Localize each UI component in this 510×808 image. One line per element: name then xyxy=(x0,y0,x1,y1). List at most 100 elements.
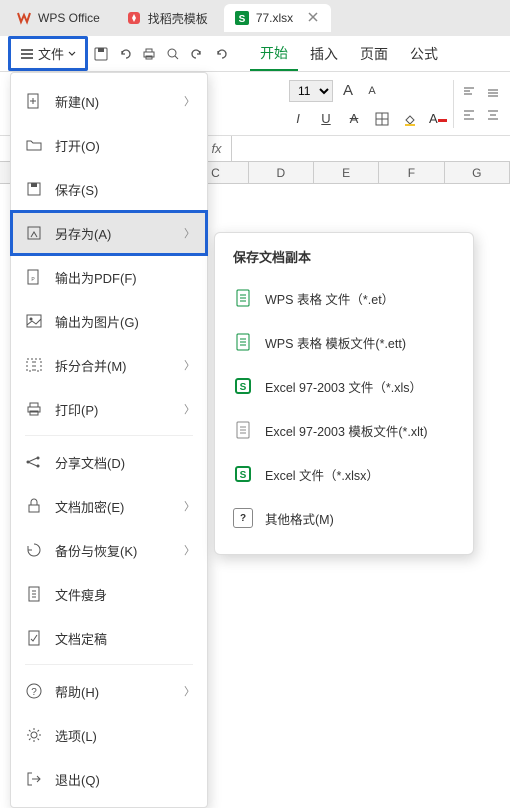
file-menu-item-image[interactable]: 输出为图片(G) xyxy=(11,299,207,343)
align-center-icon[interactable] xyxy=(484,106,502,124)
file-menu-label: 选项(L) xyxy=(55,726,97,745)
file-menu-label: 输出为图片(G) xyxy=(55,312,139,331)
image-icon xyxy=(25,312,43,330)
align-middle-icon[interactable] xyxy=(484,84,502,102)
saveas-item-label: Excel 97-2003 文件（*.xls） xyxy=(265,377,422,396)
chevron-right-icon: 〉 xyxy=(184,401,195,417)
svg-text:S: S xyxy=(240,470,247,481)
sheet-icon: S xyxy=(234,10,250,26)
file-menu-item-print[interactable]: 打印(P) 〉 xyxy=(11,387,207,431)
print-icon xyxy=(25,400,43,418)
menu-separator xyxy=(25,435,193,436)
strikethrough-icon[interactable]: A xyxy=(345,110,363,128)
file-menu-item-options[interactable]: 选项(L) xyxy=(11,713,207,757)
col-header[interactable]: F xyxy=(379,162,444,183)
chevron-right-icon: 〉 xyxy=(184,357,195,373)
save-icon[interactable] xyxy=(90,43,112,65)
file-menu-item-backup[interactable]: 备份与恢复(K) 〉 xyxy=(11,528,207,572)
col-header[interactable]: E xyxy=(314,162,379,183)
file-menu-item-exit[interactable]: 退出(Q) xyxy=(11,757,207,801)
tab-label: WPS Office xyxy=(38,11,100,25)
saveas-item[interactable]: S Excel 97-2003 文件（*.xls） xyxy=(215,364,473,408)
saveas-item-label: WPS 表格 模板文件(*.ett) xyxy=(265,333,406,352)
saveas-item[interactable]: Excel 97-2003 模板文件(*.xlt) xyxy=(215,408,473,452)
redo-icon[interactable] xyxy=(186,43,208,65)
saveas-item-label: WPS 表格 文件（*.et） xyxy=(265,289,394,308)
saveas-item[interactable]: WPS 表格 文件（*.et） xyxy=(215,276,473,320)
saveas-item[interactable]: ?其他格式(M) xyxy=(215,496,473,540)
new-icon xyxy=(25,92,43,110)
app-tabs-bar: WPS Office 找稻壳模板 S 77.xlsx xyxy=(0,0,510,36)
file-menu-label: 打印(P) xyxy=(55,400,98,419)
chevron-right-icon: 〉 xyxy=(184,225,195,241)
file-menu-label: 文档加密(E) xyxy=(55,497,124,516)
chevron-right-icon: 〉 xyxy=(184,542,195,558)
file-menu-label: 新建(N) xyxy=(55,92,99,111)
file-menu-item-lock[interactable]: 文档加密(E)〉 xyxy=(11,484,207,528)
file-button-label: 文件 xyxy=(38,44,64,63)
file-menu-item-split[interactable]: 拆分合并(M)〉 xyxy=(11,343,207,387)
underline-icon[interactable]: U xyxy=(317,110,335,128)
file-menu-item-pdf[interactable]: P 输出为PDF(F) xyxy=(11,255,207,299)
exit-icon xyxy=(25,770,43,788)
font-size-select[interactable]: 11 xyxy=(289,80,333,102)
final-icon xyxy=(25,629,43,647)
print-icon[interactable] xyxy=(138,43,160,65)
close-icon[interactable] xyxy=(307,11,321,25)
file-menu-item-saveas[interactable]: 另存为(A)〉 xyxy=(11,211,207,255)
saveas-item-label: Excel 文件（*.xlsx） xyxy=(265,465,379,484)
file-menu-label: 退出(Q) xyxy=(55,770,100,789)
menu-tab-page[interactable]: 页面 xyxy=(350,38,398,70)
menu-tab-start[interactable]: 开始 xyxy=(250,37,298,71)
file-menu-item-final[interactable]: 文档定稿 xyxy=(11,616,207,660)
col-header[interactable]: D xyxy=(249,162,314,183)
svg-text:S: S xyxy=(240,382,247,393)
menu-tab-formula[interactable]: 公式 xyxy=(400,38,448,70)
chevron-right-icon: 〉 xyxy=(184,683,195,699)
file-menu-item-new[interactable]: 新建(N)〉 xyxy=(11,79,207,123)
file-menu-label: 分享文档(D) xyxy=(55,453,125,472)
saveas-item[interactable]: WPS 表格 模板文件(*.ett) xyxy=(215,320,473,364)
file-menu-item-slim[interactable]: 文件瘦身 xyxy=(11,572,207,616)
preview-icon[interactable] xyxy=(162,43,184,65)
undo-icon[interactable] xyxy=(114,43,136,65)
menu-bar: 文件 开始 插入 页面 公式 xyxy=(0,36,510,72)
help-icon: ? xyxy=(25,682,43,700)
file-menu: 新建(N)〉打开(O)保存(S)另存为(A)〉P输出为PDF(F)输出为图片(G… xyxy=(10,72,208,808)
file-menu-label: 备份与恢复(K) xyxy=(55,541,137,560)
undo2-icon[interactable] xyxy=(210,43,232,65)
tab-wps-office[interactable]: WPS Office xyxy=(6,4,110,32)
share-icon xyxy=(25,453,43,471)
backup-icon xyxy=(25,541,43,559)
options-icon xyxy=(25,726,43,744)
sheet-file-icon: S xyxy=(233,464,253,484)
svg-text:S: S xyxy=(238,14,245,25)
font-grow-icon[interactable]: A xyxy=(339,82,357,100)
col-header[interactable]: G xyxy=(445,162,510,183)
align-top-icon[interactable] xyxy=(460,84,478,102)
file-menu-label: 输出为PDF(F) xyxy=(55,268,137,287)
file-menu-item-open[interactable]: 打开(O) xyxy=(11,123,207,167)
menu-separator xyxy=(25,664,193,665)
menu-tab-insert[interactable]: 插入 xyxy=(300,38,348,70)
italic-icon[interactable]: I xyxy=(289,110,307,128)
border-icon[interactable] xyxy=(373,110,391,128)
file-menu-label: 文档定稿 xyxy=(55,629,107,648)
file-button[interactable]: 文件 xyxy=(12,40,84,67)
file-menu-item-share[interactable]: 分享文档(D) xyxy=(11,440,207,484)
sheet-file-icon: S xyxy=(233,376,253,396)
font-shrink-icon[interactable]: A xyxy=(363,82,381,100)
file-menu-label: 打开(O) xyxy=(55,136,100,155)
fill-color-icon[interactable] xyxy=(401,110,419,128)
tab-document[interactable]: S 77.xlsx xyxy=(224,4,331,32)
font-color-icon[interactable]: A xyxy=(429,110,447,128)
saveas-item[interactable]: S Excel 文件（*.xlsx） xyxy=(215,452,473,496)
svg-text:P: P xyxy=(31,277,35,283)
file-menu-item-help[interactable]: ?帮助(H)〉 xyxy=(11,669,207,713)
sheet-file-icon xyxy=(233,420,253,440)
docer-icon xyxy=(126,10,142,26)
tab-docer[interactable]: 找稻壳模板 xyxy=(116,4,218,32)
file-menu-item-save[interactable]: 保存(S) xyxy=(11,167,207,211)
align-left-icon[interactable] xyxy=(460,106,478,124)
saveas-title: 保存文档副本 xyxy=(215,247,473,276)
